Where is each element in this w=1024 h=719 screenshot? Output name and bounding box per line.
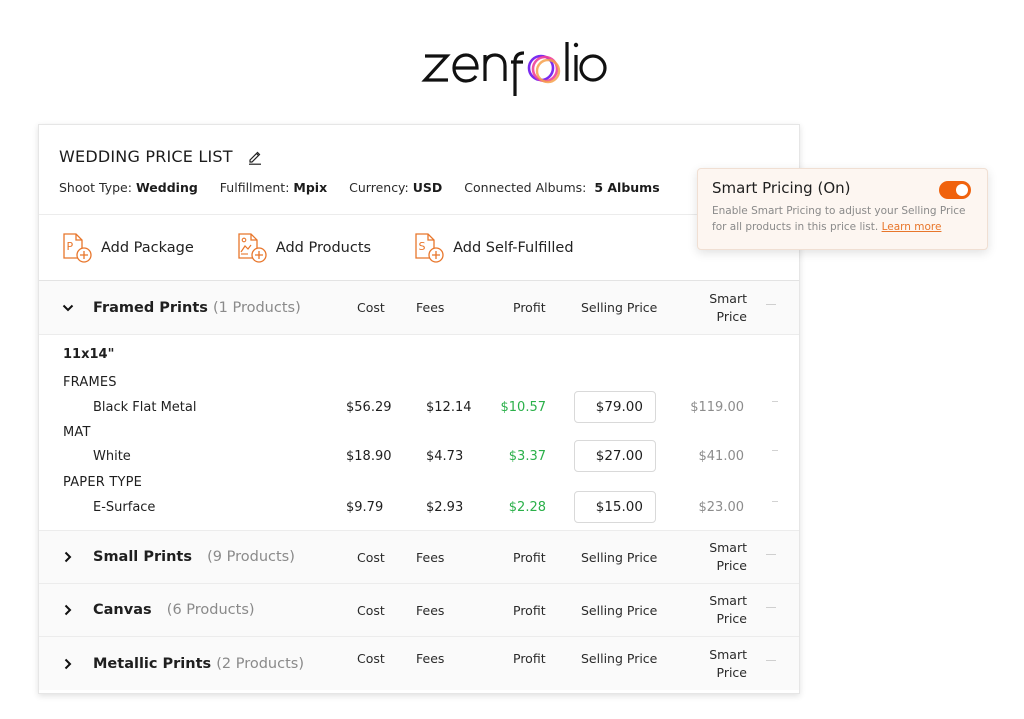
item-cost: $18.90 [346,449,392,464]
framed-prints-body: 11x14" FRAMES Black Flat Metal $56.29 $1… [39,335,799,531]
add-products-label: Add Products [275,239,372,256]
item-cost: $56.29 [346,400,392,415]
meta-connected-albums: Connected Albums: 5 Albums [464,180,660,195]
item-smart-price: $23.00 [698,500,745,515]
col-header-fees: Fees [416,300,445,315]
table-row: E-Surface $9.79 $2.93 $2.28 $23.00 [39,491,799,525]
item-smart-price: $119.00 [690,400,744,415]
item-profit: $2.28 [508,500,546,515]
row-menu-dash[interactable] [772,501,778,502]
row-menu-dash[interactable] [772,450,778,451]
group-label-frames: FRAMES [63,375,117,390]
learn-more-link[interactable]: Learn more [882,221,942,233]
item-name: Black Flat Metal [93,400,197,415]
chevron-right-icon[interactable] [61,603,75,617]
zenfolio-logo-icon [421,42,607,96]
chevron-right-icon[interactable] [61,550,75,564]
smart-pricing-panel: Smart Pricing (On) Enable Smart Pricing … [697,168,988,250]
smart-pricing-description: Enable Smart Pricing to adjust your Sell… [712,205,966,233]
svg-text:S: S [419,240,426,253]
col-header-cost: Cost [357,651,385,666]
col-header-selling-price: Selling Price [581,300,658,315]
item-smart-price: $41.00 [698,449,745,464]
col-header-smart-price: Smart Price [709,540,747,573]
column-menu-dash[interactable] [766,304,776,305]
edit-pencil-icon[interactable] [247,149,263,165]
meta-fulfillment: Fulfillment: Mpix [219,180,328,195]
col-header-profit: Profit [513,651,546,666]
meta-currency: Currency: USD [349,180,443,195]
col-header-smart-price: Smart Price [709,593,747,626]
col-header-selling-price: Selling Price [581,549,658,565]
item-profit: $3.37 [508,449,546,464]
group-label-paper-type: PAPER TYPE [63,475,143,490]
section-title: Canvas (6 Products) [93,602,255,618]
item-fees: $12.14 [426,400,472,415]
column-menu-dash[interactable] [766,660,776,661]
action-bar: P Add Package Add Products S Add Self-Fu… [39,215,799,281]
price-list-card: WEDDING PRICE LIST Shoot Type: Wedding F… [38,124,800,694]
selling-price-input[interactable] [574,440,656,472]
size-label: 11x14" [63,347,115,362]
item-name: E-Surface [93,500,156,515]
group-label-mat: MAT [63,425,91,440]
col-header-cost: Cost [357,549,385,565]
col-header-fees: Fees [416,602,445,618]
section-title: Framed Prints (1 Products) [93,299,301,316]
selling-price-input[interactable] [574,491,656,523]
section-title: Small Prints (9 Products) [93,549,295,565]
price-list-meta: Shoot Type: Wedding Fulfillment: Mpix Cu… [59,180,779,195]
item-fees: $4.73 [426,449,464,464]
products-add-icon [238,232,267,263]
package-add-icon: P [63,232,92,263]
section-small-prints[interactable]: Small Prints (9 Products) Cost Fees Prof… [39,531,799,584]
col-header-profit: Profit [513,602,546,618]
section-title: Metallic Prints (2 Products) [93,655,304,672]
column-menu-dash[interactable] [766,607,776,608]
column-menu-dash[interactable] [766,554,776,555]
add-package-label: Add Package [101,239,194,256]
col-header-profit: Profit [513,549,546,565]
col-header-cost: Cost [357,602,385,618]
section-framed-prints[interactable]: Framed Prints (1 Products) Cost Fees Pro… [39,281,799,335]
table-row: Black Flat Metal $56.29 $12.14 $10.57 $1… [39,391,799,425]
col-header-smart-price: Smart Price [709,290,747,324]
item-profit: $10.57 [500,400,547,415]
price-list-header: WEDDING PRICE LIST Shoot Type: Wedding F… [39,125,799,215]
col-header-selling-price: Selling Price [581,602,658,618]
smart-pricing-title: Smart Pricing (On) [712,179,851,197]
col-header-fees: Fees [416,549,445,565]
col-header-cost: Cost [357,300,385,315]
col-header-fees: Fees [416,651,445,666]
svg-text:P: P [67,240,74,253]
selling-price-input[interactable] [574,391,656,423]
chevron-right-icon[interactable] [61,657,75,671]
item-cost: $9.79 [346,500,384,515]
zenfolio-logo [0,28,1024,100]
add-package-button[interactable]: P Add Package [61,231,194,265]
toggle-knob [956,184,968,196]
self-fulfilled-add-icon: S [415,232,444,263]
item-name: White [93,449,131,464]
row-menu-dash[interactable] [772,401,778,402]
section-metallic-prints[interactable]: Metallic Prints (2 Products) Cost Fees P… [39,637,799,690]
add-self-fulfilled-button[interactable]: S Add Self-Fulfilled [413,231,574,265]
smart-pricing-toggle[interactable] [939,181,971,199]
section-canvas[interactable]: Canvas (6 Products) Cost Fees Profit Sel… [39,584,799,637]
col-header-smart-price: Smart Price [709,646,747,680]
chevron-down-icon[interactable] [61,301,75,315]
col-header-profit: Profit [513,300,546,315]
item-fees: $2.93 [426,500,464,515]
add-products-button[interactable]: Add Products [236,231,371,265]
table-row: White $18.90 $4.73 $3.37 $41.00 [39,440,799,474]
meta-shoot-type: Shoot Type: Wedding [59,180,198,195]
add-self-fulfilled-label: Add Self-Fulfilled [453,239,574,256]
price-list-title: WEDDING PRICE LIST [59,147,233,166]
col-header-selling-price: Selling Price [581,651,658,666]
